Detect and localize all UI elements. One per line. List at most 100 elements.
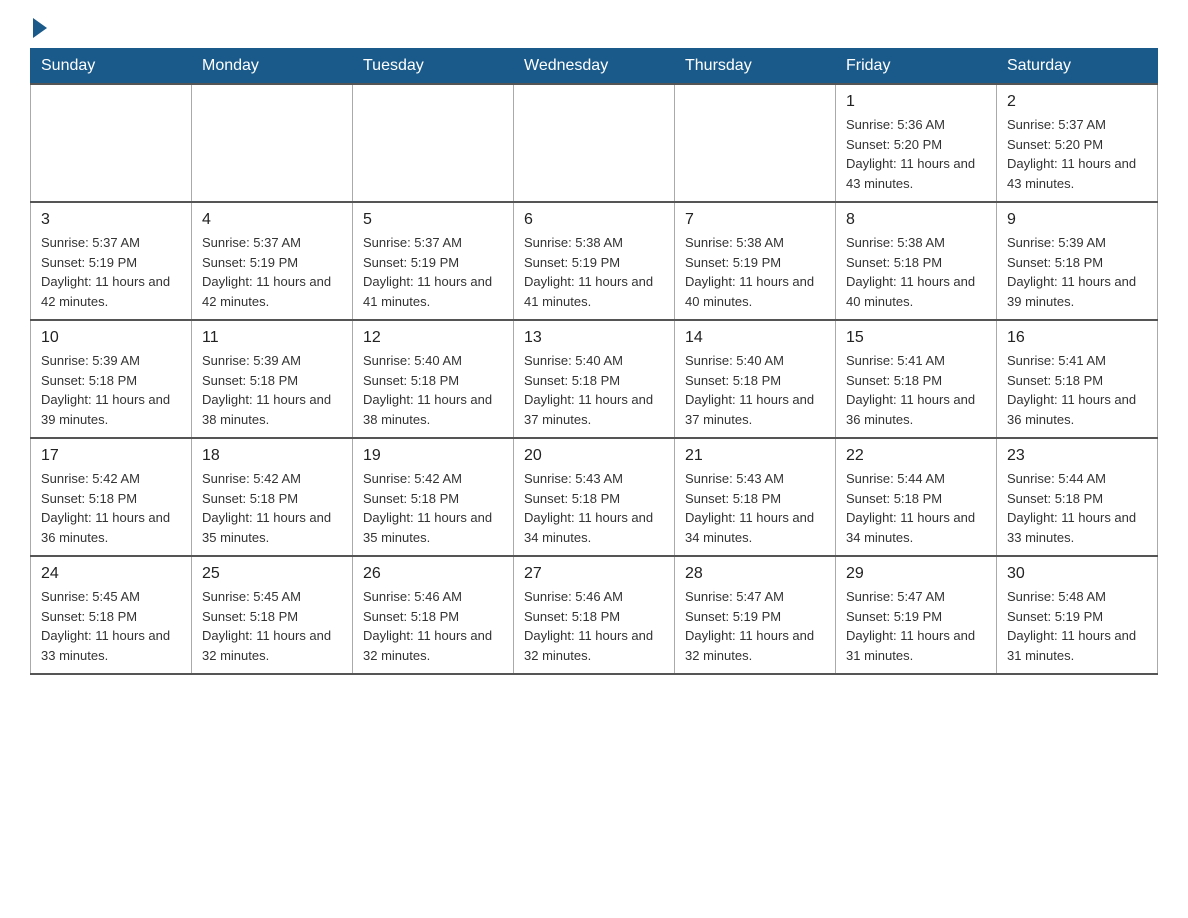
calendar-cell: 25 Sunrise: 5:45 AMSunset: 5:18 PMDayligh… [192, 556, 353, 674]
day-number: 11 [202, 329, 342, 347]
day-info: Sunrise: 5:46 AMSunset: 5:18 PMDaylight:… [524, 587, 664, 665]
calendar-table: SundayMondayTuesdayWednesdayThursdayFrid… [30, 48, 1158, 675]
day-info: Sunrise: 5:48 AMSunset: 5:19 PMDaylight:… [1007, 587, 1147, 665]
day-number: 8 [846, 211, 986, 229]
calendar-cell: 28 Sunrise: 5:47 AMSunset: 5:19 PMDayligh… [675, 556, 836, 674]
calendar-week-row: 17Sunrise: 5:42 AMSunset: 5:18 PMDayligh… [31, 438, 1158, 556]
day-info: Sunrise: 5:40 AMSunset: 5:18 PMDaylight:… [363, 351, 503, 429]
day-info: Sunrise: 5:43 AMSunset: 5:18 PMDaylight:… [524, 469, 664, 547]
calendar-cell: 21 Sunrise: 5:43 AMSunset: 5:18 PMDayligh… [675, 438, 836, 556]
calendar-header-row: SundayMondayTuesdayWednesdayThursdayFrid… [31, 49, 1158, 85]
day-number: 30 [1007, 565, 1147, 583]
day-info: Sunrise: 5:40 AMSunset: 5:18 PMDaylight:… [524, 351, 664, 429]
calendar-header-thursday: Thursday [675, 49, 836, 85]
page-header [30, 20, 1158, 30]
calendar-header-saturday: Saturday [997, 49, 1158, 85]
calendar-cell: 1 Sunrise: 5:36 AMSunset: 5:20 PMDaylight… [836, 84, 997, 202]
day-number: 9 [1007, 211, 1147, 229]
day-number: 13 [524, 329, 664, 347]
calendar-cell: 27 Sunrise: 5:46 AMSunset: 5:18 PMDayligh… [514, 556, 675, 674]
calendar-cell: 10Sunrise: 5:39 AMSunset: 5:18 PMDayligh… [31, 320, 192, 438]
day-number: 19 [363, 447, 503, 465]
day-info: Sunrise: 5:40 AMSunset: 5:18 PMDaylight:… [685, 351, 825, 429]
calendar-cell: 14Sunrise: 5:40 AMSunset: 5:18 PMDayligh… [675, 320, 836, 438]
day-number: 26 [363, 565, 503, 583]
calendar-cell: 23Sunrise: 5:44 AMSunset: 5:18 PMDayligh… [997, 438, 1158, 556]
calendar-cell: 20 Sunrise: 5:43 AMSunset: 5:18 PMDayligh… [514, 438, 675, 556]
day-number: 15 [846, 329, 986, 347]
calendar-cell [192, 84, 353, 202]
day-info: Sunrise: 5:43 AMSunset: 5:18 PMDaylight:… [685, 469, 825, 547]
day-info: Sunrise: 5:37 AMSunset: 5:19 PMDaylight:… [202, 233, 342, 311]
day-number: 27 [524, 565, 664, 583]
calendar-cell: 3 Sunrise: 5:37 AMSunset: 5:19 PMDaylight… [31, 202, 192, 320]
day-number: 22 [846, 447, 986, 465]
logo-triangle-icon [33, 18, 47, 38]
calendar-cell: 26 Sunrise: 5:46 AMSunset: 5:18 PMDayligh… [353, 556, 514, 674]
calendar-cell: 12Sunrise: 5:40 AMSunset: 5:18 PMDayligh… [353, 320, 514, 438]
day-number: 1 [846, 93, 986, 111]
calendar-cell: 7 Sunrise: 5:38 AMSunset: 5:19 PMDaylight… [675, 202, 836, 320]
day-info: Sunrise: 5:39 AMSunset: 5:18 PMDaylight:… [1007, 233, 1147, 311]
day-info: Sunrise: 5:38 AMSunset: 5:19 PMDaylight:… [524, 233, 664, 311]
calendar-header-friday: Friday [836, 49, 997, 85]
calendar-cell: 16 Sunrise: 5:41 AMSunset: 5:18 PMDayligh… [997, 320, 1158, 438]
calendar-cell: 5 Sunrise: 5:37 AMSunset: 5:19 PMDaylight… [353, 202, 514, 320]
day-info: Sunrise: 5:38 AMSunset: 5:19 PMDaylight:… [685, 233, 825, 311]
calendar-cell: 9 Sunrise: 5:39 AMSunset: 5:18 PMDaylight… [997, 202, 1158, 320]
day-info: Sunrise: 5:46 AMSunset: 5:18 PMDaylight:… [363, 587, 503, 665]
calendar-cell: 22 Sunrise: 5:44 AMSunset: 5:18 PMDayligh… [836, 438, 997, 556]
calendar-cell: 8 Sunrise: 5:38 AMSunset: 5:18 PMDaylight… [836, 202, 997, 320]
calendar-week-row: 3 Sunrise: 5:37 AMSunset: 5:19 PMDaylight… [31, 202, 1158, 320]
day-number: 21 [685, 447, 825, 465]
day-info: Sunrise: 5:37 AMSunset: 5:19 PMDaylight:… [41, 233, 181, 311]
day-number: 18 [202, 447, 342, 465]
calendar-cell [514, 84, 675, 202]
calendar-cell: 13 Sunrise: 5:40 AMSunset: 5:18 PMDayligh… [514, 320, 675, 438]
calendar-cell: 18Sunrise: 5:42 AMSunset: 5:18 PMDayligh… [192, 438, 353, 556]
calendar-cell: 30 Sunrise: 5:48 AMSunset: 5:19 PMDayligh… [997, 556, 1158, 674]
day-info: Sunrise: 5:42 AMSunset: 5:18 PMDaylight:… [41, 469, 181, 547]
calendar-header-monday: Monday [192, 49, 353, 85]
day-number: 6 [524, 211, 664, 229]
calendar-cell: 17Sunrise: 5:42 AMSunset: 5:18 PMDayligh… [31, 438, 192, 556]
day-number: 20 [524, 447, 664, 465]
calendar-cell: 24 Sunrise: 5:45 AMSunset: 5:18 PMDayligh… [31, 556, 192, 674]
day-number: 4 [202, 211, 342, 229]
calendar-cell [353, 84, 514, 202]
calendar-cell: 29 Sunrise: 5:47 AMSunset: 5:19 PMDayligh… [836, 556, 997, 674]
calendar-week-row: 10Sunrise: 5:39 AMSunset: 5:18 PMDayligh… [31, 320, 1158, 438]
day-info: Sunrise: 5:36 AMSunset: 5:20 PMDaylight:… [846, 115, 986, 193]
day-number: 7 [685, 211, 825, 229]
day-info: Sunrise: 5:45 AMSunset: 5:18 PMDaylight:… [41, 587, 181, 665]
calendar-header-tuesday: Tuesday [353, 49, 514, 85]
calendar-header-wednesday: Wednesday [514, 49, 675, 85]
calendar-cell: 6 Sunrise: 5:38 AMSunset: 5:19 PMDaylight… [514, 202, 675, 320]
calendar-week-row: 1 Sunrise: 5:36 AMSunset: 5:20 PMDaylight… [31, 84, 1158, 202]
day-info: Sunrise: 5:45 AMSunset: 5:18 PMDaylight:… [202, 587, 342, 665]
day-number: 24 [41, 565, 181, 583]
day-info: Sunrise: 5:39 AMSunset: 5:18 PMDaylight:… [202, 351, 342, 429]
day-info: Sunrise: 5:41 AMSunset: 5:18 PMDaylight:… [846, 351, 986, 429]
day-info: Sunrise: 5:38 AMSunset: 5:18 PMDaylight:… [846, 233, 986, 311]
calendar-header-sunday: Sunday [31, 49, 192, 85]
day-number: 3 [41, 211, 181, 229]
day-number: 5 [363, 211, 503, 229]
calendar-cell: 15 Sunrise: 5:41 AMSunset: 5:18 PMDayligh… [836, 320, 997, 438]
calendar-cell [31, 84, 192, 202]
day-info: Sunrise: 5:39 AMSunset: 5:18 PMDaylight:… [41, 351, 181, 429]
day-info: Sunrise: 5:41 AMSunset: 5:18 PMDaylight:… [1007, 351, 1147, 429]
day-info: Sunrise: 5:42 AMSunset: 5:18 PMDaylight:… [363, 469, 503, 547]
day-number: 25 [202, 565, 342, 583]
day-number: 29 [846, 565, 986, 583]
calendar-week-row: 24 Sunrise: 5:45 AMSunset: 5:18 PMDayligh… [31, 556, 1158, 674]
calendar-cell: 2Sunrise: 5:37 AMSunset: 5:20 PMDaylight… [997, 84, 1158, 202]
calendar-cell: 11 Sunrise: 5:39 AMSunset: 5:18 PMDayligh… [192, 320, 353, 438]
day-info: Sunrise: 5:37 AMSunset: 5:19 PMDaylight:… [363, 233, 503, 311]
calendar-cell: 4 Sunrise: 5:37 AMSunset: 5:19 PMDaylight… [192, 202, 353, 320]
day-info: Sunrise: 5:44 AMSunset: 5:18 PMDaylight:… [846, 469, 986, 547]
day-info: Sunrise: 5:47 AMSunset: 5:19 PMDaylight:… [846, 587, 986, 665]
day-info: Sunrise: 5:47 AMSunset: 5:19 PMDaylight:… [685, 587, 825, 665]
day-number: 28 [685, 565, 825, 583]
day-number: 16 [1007, 329, 1147, 347]
